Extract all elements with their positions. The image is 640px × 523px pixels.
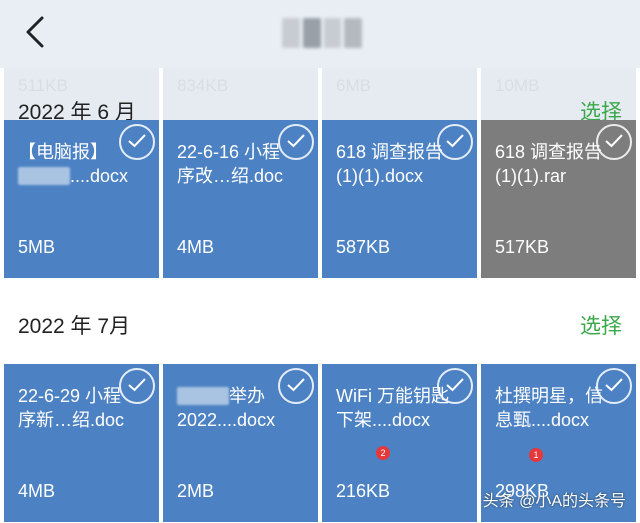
checkmark-icon (287, 134, 305, 148)
redacted-text (18, 167, 70, 185)
select-checkbox[interactable] (278, 124, 314, 160)
checkmark-icon (128, 134, 146, 148)
checkmark-icon (128, 378, 146, 392)
file-size: 587KB (336, 237, 391, 257)
annotation-badge: 2 (376, 446, 390, 460)
select-checkbox[interactable] (119, 368, 155, 404)
file-size: 5MB (18, 237, 56, 257)
file-size: 2MB (177, 481, 215, 501)
month-title: 2022 年 7月 (18, 315, 131, 338)
back-button[interactable] (14, 10, 58, 54)
file-tile[interactable]: 618 调查报告 (1)(1).docx 587KB (322, 120, 477, 278)
checkmark-icon (605, 134, 623, 148)
checkmark-icon (605, 378, 623, 392)
file-size: 517KB (495, 237, 550, 257)
watermark: 头条 @小A的头条号 (482, 493, 626, 510)
checkmark-icon (287, 378, 305, 392)
month-header-july: 2022 年 7月 选择 (0, 300, 640, 348)
file-tile[interactable]: 22-6-16 小程 序改…绍.doc 4MB (163, 120, 318, 278)
page-title-redacted (282, 18, 362, 48)
select-checkbox[interactable] (119, 124, 155, 160)
select-checkbox[interactable] (437, 124, 473, 160)
file-browser-screen: 511KB 834KB 6MB 10MB 2022 年 6 月 选择 【电脑报】… (0, 0, 640, 523)
select-checkbox[interactable] (596, 124, 632, 160)
chevron-left-icon (26, 16, 44, 48)
checkmark-icon (446, 378, 464, 392)
file-size: 4MB (18, 481, 56, 501)
file-size: 4MB (177, 237, 215, 257)
select-checkbox[interactable] (278, 368, 314, 404)
select-button[interactable]: 选择 (580, 310, 622, 340)
file-tile[interactable]: 举办 2022....docx 2MB (163, 364, 318, 522)
file-tile[interactable]: 22-6-29 小程 序新…绍.doc 4MB (4, 364, 159, 522)
redacted-text (177, 387, 229, 405)
select-checkbox[interactable] (437, 368, 473, 404)
file-tile[interactable]: WiFi 万能钥匙 下架....docx 2 216KB (322, 364, 477, 522)
select-checkbox[interactable] (596, 368, 632, 404)
file-size: 216KB (336, 481, 391, 501)
file-tile[interactable]: 【电脑报】 ....docx 5MB (4, 120, 159, 278)
checkmark-icon (446, 134, 464, 148)
file-tile[interactable]: 618 调查报告 (1)(1).rar 517KB (481, 120, 636, 278)
annotation-badge: 1 (529, 448, 543, 462)
top-nav-bar (0, 0, 640, 68)
